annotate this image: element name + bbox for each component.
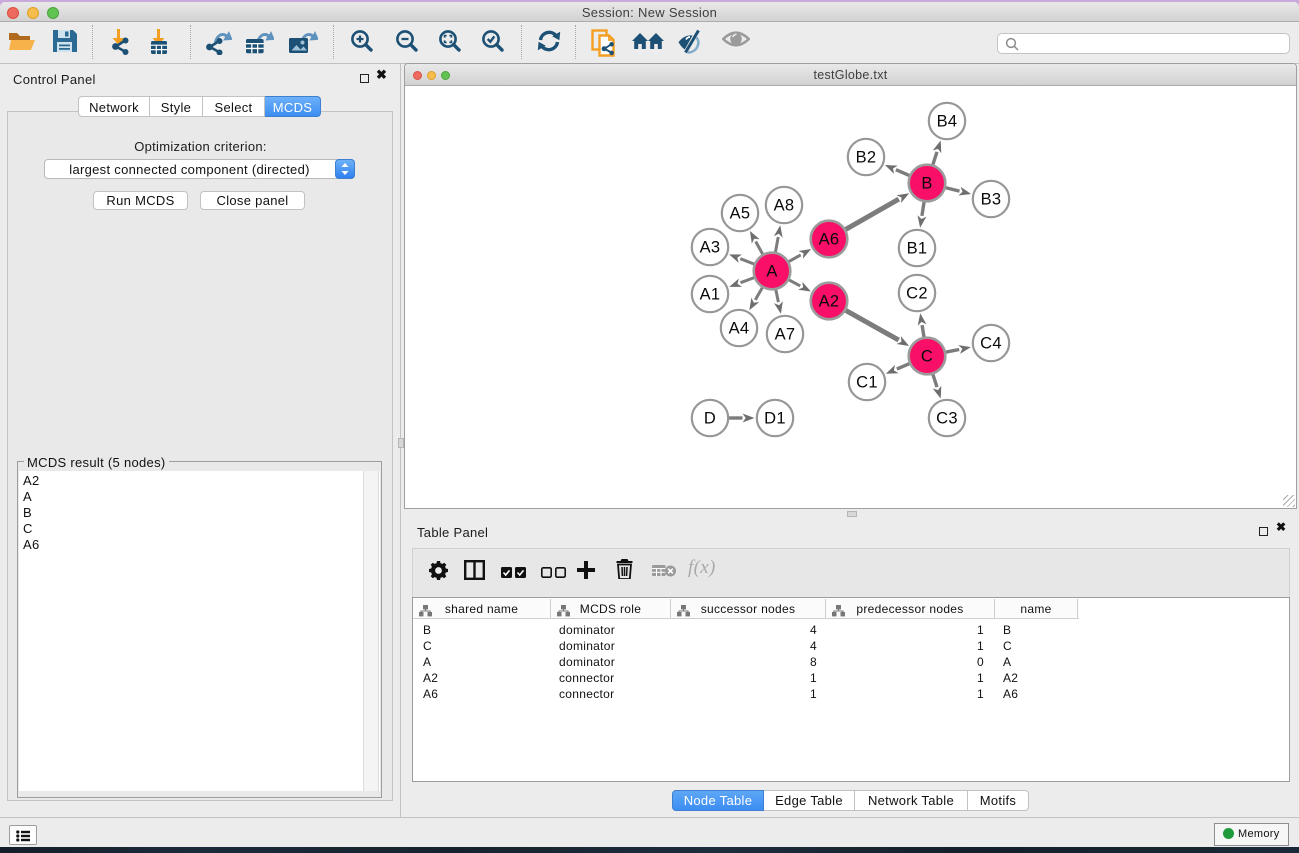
svg-text:C: C [921,348,933,366]
svg-text:B3: B3 [981,191,1002,209]
svg-text:D: D [704,410,716,428]
svg-text:B2: B2 [856,149,877,167]
svg-text:B4: B4 [937,113,958,131]
svg-text:B1: B1 [907,240,928,258]
svg-text:A4: A4 [729,320,750,338]
svg-text:C1: C1 [856,374,878,392]
svg-text:A: A [766,263,777,281]
svg-text:A8: A8 [774,197,795,215]
svg-text:A2: A2 [819,293,840,311]
svg-text:A6: A6 [819,231,840,249]
svg-text:A3: A3 [700,239,721,257]
svg-text:C4: C4 [980,335,1002,353]
svg-text:A1: A1 [700,286,721,304]
svg-text:C3: C3 [936,410,958,428]
svg-text:B: B [921,175,932,193]
svg-text:C2: C2 [906,285,928,303]
svg-text:A7: A7 [775,326,796,344]
svg-text:A5: A5 [730,205,751,223]
svg-text:D1: D1 [764,410,786,428]
